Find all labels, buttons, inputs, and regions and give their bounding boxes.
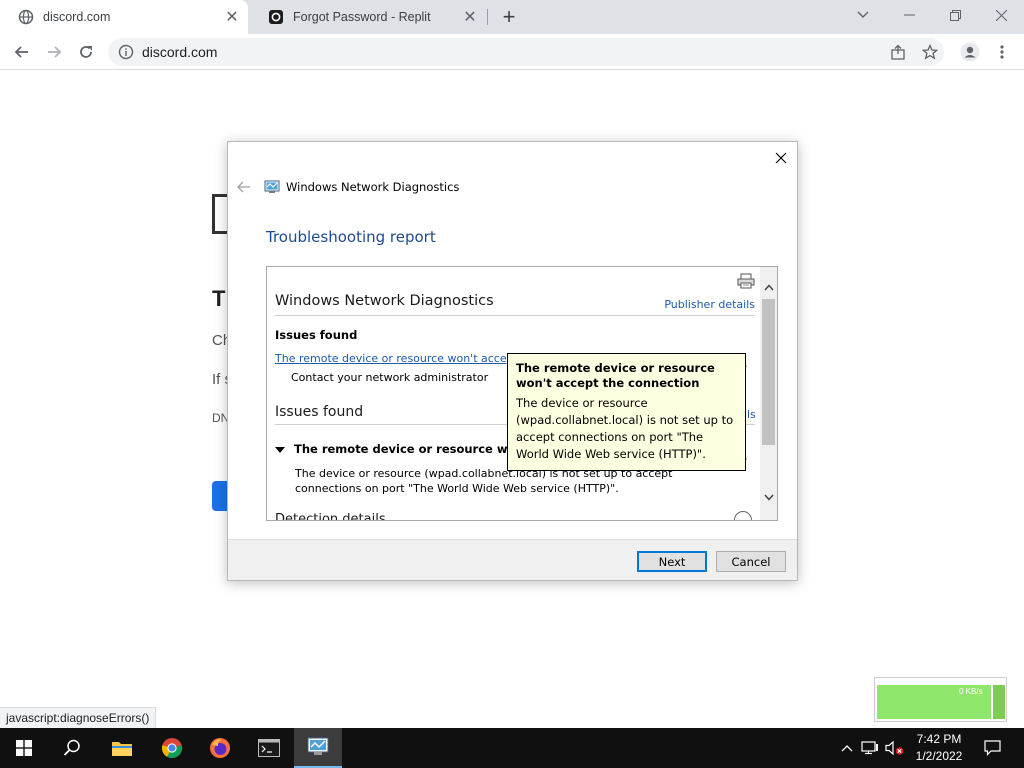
issue-resolution-text: Contact your network administrator [291,371,489,384]
chrome-icon[interactable] [148,728,196,768]
tab-separator [487,9,488,25]
network-rate-text: 0 KB/s [959,687,983,696]
reload-icon[interactable] [74,40,98,64]
report-title: Windows Network Diagnostics [275,293,494,309]
search-icon[interactable] [48,728,96,768]
next-button[interactable]: Next [637,551,707,572]
network-diagnostics-taskbar-icon[interactable] [294,728,342,768]
printer-icon[interactable] [737,273,755,289]
windows-start-icon[interactable] [0,728,48,768]
terminal-icon[interactable] [245,728,293,768]
back-arrow-icon[interactable] [236,179,252,195]
file-explorer-icon[interactable] [98,728,146,768]
minimize-icon[interactable] [886,0,932,30]
issues-found-label: Issues found [275,328,358,342]
restore-icon[interactable] [932,0,978,30]
issue-detail-title[interactable]: The remote device or resource won't [275,442,533,456]
scroll-down-icon[interactable] [760,489,777,506]
tooltip-title: The remote device or resource won't acce… [516,361,715,390]
scroll-up-icon[interactable] [760,279,777,296]
volume-muted-icon[interactable] [884,728,906,768]
browser-toolbar: discord.com [0,34,1024,70]
show-hidden-icons-chevron-icon[interactable] [838,728,856,768]
divider [275,315,755,316]
windows-taskbar: 7:42 PM 1/2/2022 [0,728,1024,768]
close-window-icon[interactable] [978,0,1024,30]
issues-section-title: Issues found [275,404,364,420]
scrollbar-thumb[interactable] [762,299,775,445]
site-info-icon[interactable] [118,44,134,60]
globe-icon [18,9,34,25]
issue-link[interactable]: The remote device or resource won't acce… [275,352,518,365]
replit-icon [268,9,284,25]
bookmark-star-icon[interactable] [918,40,942,64]
network-diagnostics-icon [264,179,280,195]
network-speed-widget[interactable]: 0 KB/s [874,677,1007,722]
link-status-bar: javascript:diagnoseErrors() [0,707,157,728]
share-icon[interactable] [886,40,910,64]
address-bar[interactable]: discord.com [108,38,944,66]
page-heading-fragment: T [212,286,226,311]
tab-search-icon[interactable] [840,0,886,30]
page-title: Troubleshooting report [266,228,436,246]
issue-detail-title-text: The remote device or resource won't [294,442,533,456]
cancel-button[interactable]: Cancel [716,551,786,572]
close-tab-icon[interactable]: ✕ [222,7,242,27]
tab-replit[interactable]: Forgot Password - Replit ✕ [250,0,486,34]
dialog-footer: Next Cancel [228,539,797,580]
detection-details-title[interactable]: Detection details [275,512,386,520]
page-button-fragment [212,481,228,511]
address-text: discord.com [142,44,218,60]
clock-date: 1/2/2022 [915,749,963,763]
detail-link-fragment[interactable]: ls [747,408,756,421]
taskbar-clock[interactable]: 7:42 PM 1/2/2022 [906,731,972,765]
widget-side-panel[interactable] [993,685,1005,719]
forward-arrow-icon[interactable] [42,40,66,64]
issue-tooltip: The remote device or resource won't acce… [507,353,746,471]
menu-kebab-icon[interactable] [990,40,1014,64]
tooltip-body: The device or resource (wpad.collabnet.l… [516,396,734,461]
tab-discord[interactable]: discord.com ✕ [0,0,248,34]
back-arrow-icon[interactable] [10,40,34,64]
dialog-app-title: Windows Network Diagnostics [286,180,460,194]
tab-title: discord.com [43,10,111,24]
report-scrollbar[interactable] [760,267,777,520]
close-tab-icon[interactable]: ✕ [460,7,480,27]
tab-title: Forgot Password - Replit [293,10,431,24]
publisher-details-link[interactable]: Publisher details [664,298,755,311]
collapse-triangle-icon[interactable] [275,446,285,453]
profile-avatar-icon[interactable] [958,40,982,64]
network-status-icon[interactable] [860,728,880,768]
expand-chevron-icon[interactable] [734,511,752,520]
close-icon[interactable] [771,148,791,168]
firefox-icon[interactable] [196,728,244,768]
browser-tab-strip: discord.com ✕ Forgot Password - Replit ✕… [0,0,1024,34]
clock-time: 7:42 PM [916,732,962,746]
new-tab-icon[interactable]: + [497,4,521,29]
notification-center-icon[interactable] [978,728,1006,768]
